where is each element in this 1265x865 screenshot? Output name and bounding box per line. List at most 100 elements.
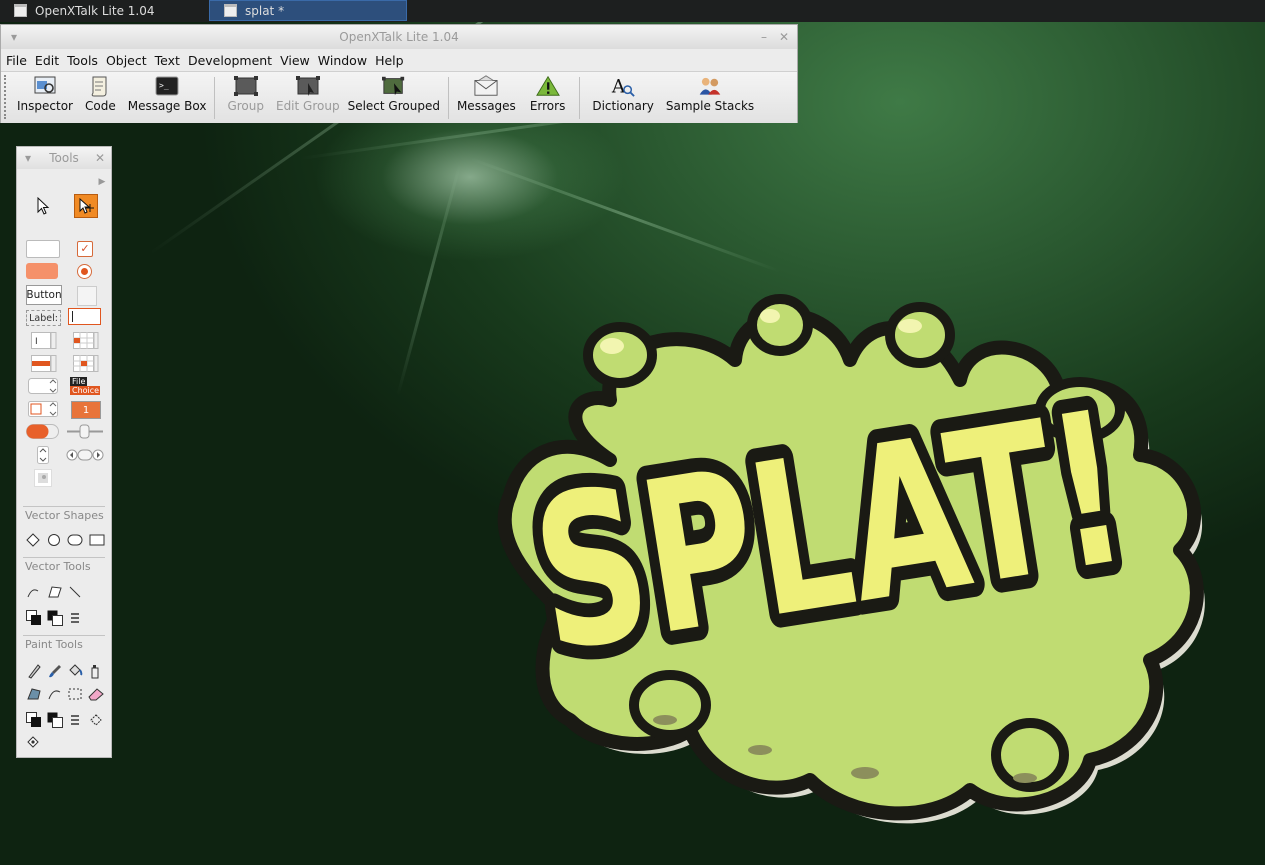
browse-tool-icon[interactable] <box>33 195 53 217</box>
pointer-tool-icon[interactable] <box>74 194 98 218</box>
circle-shape-icon[interactable] <box>47 533 61 547</box>
edit-group-button[interactable]: Edit Group <box>272 72 344 113</box>
paint-options-icon[interactable] <box>26 735 40 749</box>
file-choice-tool[interactable]: File Choice <box>70 376 100 396</box>
minimize-icon[interactable]: – <box>761 25 767 49</box>
line-tool-icon[interactable] <box>68 585 82 599</box>
paint-line-color-icon[interactable] <box>26 712 42 728</box>
inspector-icon <box>33 75 57 97</box>
default-button-tool[interactable] <box>26 263 58 279</box>
menu-object[interactable]: Object <box>106 53 147 68</box>
toolbar-grip[interactable] <box>4 75 9 119</box>
toolbar-separator <box>579 77 581 119</box>
tab-panel-tool-icon[interactable] <box>77 286 97 306</box>
slider-tool-icon[interactable] <box>66 424 104 439</box>
field-tool-icon[interactable] <box>68 308 101 325</box>
image-tool-icon[interactable] <box>34 469 52 487</box>
data-grid-tool-icon[interactable] <box>73 355 99 372</box>
toggle-switch-tool-icon[interactable] <box>26 424 59 439</box>
code-button[interactable]: Code <box>77 72 124 113</box>
option-menu-tool-icon[interactable] <box>28 378 58 394</box>
messages-button[interactable]: Messages <box>453 72 520 113</box>
main-window: ▾ OpenXTalk Lite 1.04 – ✕ File Edit Tool… <box>0 24 798 123</box>
menu-window[interactable]: Window <box>318 53 367 68</box>
paint-line-size-icon[interactable] <box>68 713 82 727</box>
menu-text[interactable]: Text <box>155 53 180 68</box>
errors-button[interactable]: Errors <box>520 72 576 113</box>
task-label: splat * <box>245 3 285 18</box>
svg-text:I: I <box>35 337 38 347</box>
splat-image[interactable]: SPLAT! SPLAT! <box>490 280 1230 840</box>
scrollbar-tool-icon[interactable] <box>66 448 104 462</box>
rounded-rect-shape-icon[interactable] <box>67 533 83 547</box>
vector-shapes-heading: Vector Shapes <box>25 509 104 522</box>
menu-edit[interactable]: Edit <box>35 53 59 68</box>
divider <box>23 506 105 507</box>
close-icon[interactable]: ✕ <box>779 25 789 49</box>
dictionary-button[interactable]: A Dictionary <box>584 72 662 113</box>
task-openxtalk[interactable]: OpenXTalk Lite 1.04 <box>0 0 205 21</box>
label-tool[interactable]: Label: <box>26 310 61 326</box>
window-icon <box>14 4 27 17</box>
svg-text:A: A <box>611 76 626 97</box>
inspector-button[interactable]: Inspector <box>13 72 77 113</box>
task-label: OpenXTalk Lite 1.04 <box>35 3 155 18</box>
polygon-tool-icon[interactable] <box>47 585 63 599</box>
list-field-tool-icon[interactable] <box>31 355 57 372</box>
button-tool[interactable]: Button <box>26 285 62 305</box>
window-menu-icon[interactable]: ▾ <box>11 25 17 49</box>
palette-expand-icon[interactable]: ▶ <box>97 175 107 189</box>
paint-tools-heading: Paint Tools <box>25 638 83 651</box>
pencil-tool-icon[interactable] <box>26 663 42 679</box>
spray-tool-icon[interactable] <box>87 663 103 679</box>
terminal-icon: >_ <box>155 75 179 97</box>
table-field-tool-icon[interactable] <box>73 332 99 349</box>
palette-close-icon[interactable]: ✕ <box>95 147 105 169</box>
users-icon <box>698 75 722 97</box>
svg-text:>_: >_ <box>159 81 169 90</box>
toolbar-separator <box>447 77 449 119</box>
eraser-tool-icon[interactable] <box>87 686 105 702</box>
script-icon <box>88 75 112 97</box>
menu-file[interactable]: File <box>6 53 27 68</box>
sample-stacks-button[interactable]: Sample Stacks <box>662 72 758 113</box>
combo-box-tool-icon[interactable] <box>28 401 58 417</box>
window-titlebar[interactable]: ▾ OpenXTalk Lite 1.04 – ✕ <box>1 25 797 49</box>
fill-color-icon[interactable] <box>47 610 63 626</box>
paint-fill-color-icon[interactable] <box>47 712 63 728</box>
little-arrows-tool-icon[interactable] <box>37 446 49 464</box>
menu-development[interactable]: Development <box>188 53 272 68</box>
window-title: OpenXTalk Lite 1.04 <box>339 30 459 44</box>
bucket-tool-icon[interactable] <box>67 663 83 679</box>
brush-tool-icon[interactable] <box>47 663 63 679</box>
tools-palette: ▾ Tools ✕ ▶ ✓ Button Label: I File Choic… <box>16 146 112 758</box>
rectangle-button-tool[interactable] <box>26 240 60 258</box>
scrolling-field-tool-icon[interactable]: I <box>31 332 57 349</box>
line-color-icon[interactable] <box>26 610 42 626</box>
line-size-icon[interactable] <box>68 611 82 625</box>
group-button[interactable]: Group <box>219 72 272 113</box>
number-field-tool[interactable]: 1 <box>71 401 101 419</box>
select-grouped-icon <box>381 75 406 97</box>
palette-titlebar[interactable]: ▾ Tools ✕ <box>17 147 111 169</box>
radio-tool-icon[interactable] <box>77 264 92 279</box>
menu-tools[interactable]: Tools <box>67 53 98 68</box>
envelope-icon <box>474 75 498 97</box>
diamond-shape-icon[interactable] <box>26 533 40 547</box>
brush-shape-icon[interactable] <box>89 713 103 727</box>
rectangle-shape-icon[interactable] <box>89 533 105 547</box>
select-rect-tool-icon[interactable] <box>67 686 83 702</box>
divider <box>23 557 105 558</box>
paint-curve-tool-icon[interactable] <box>47 686 63 702</box>
checkbox-tool-icon[interactable]: ✓ <box>77 241 93 257</box>
curve-tool-icon[interactable] <box>26 585 40 599</box>
message-box-button[interactable]: >_ Message Box <box>124 72 211 113</box>
menu-view[interactable]: View <box>280 53 310 68</box>
task-splat[interactable]: splat * <box>209 0 407 21</box>
select-grouped-button[interactable]: Select Grouped <box>344 72 444 113</box>
palette-menu-icon[interactable]: ▾ <box>25 147 31 169</box>
vector-tools-heading: Vector Tools <box>25 560 91 573</box>
menu-help[interactable]: Help <box>375 53 404 68</box>
toolbar: Inspector Code >_ Message Box Group Edit <box>1 71 797 123</box>
paint-polygon-tool-icon[interactable] <box>26 686 42 702</box>
